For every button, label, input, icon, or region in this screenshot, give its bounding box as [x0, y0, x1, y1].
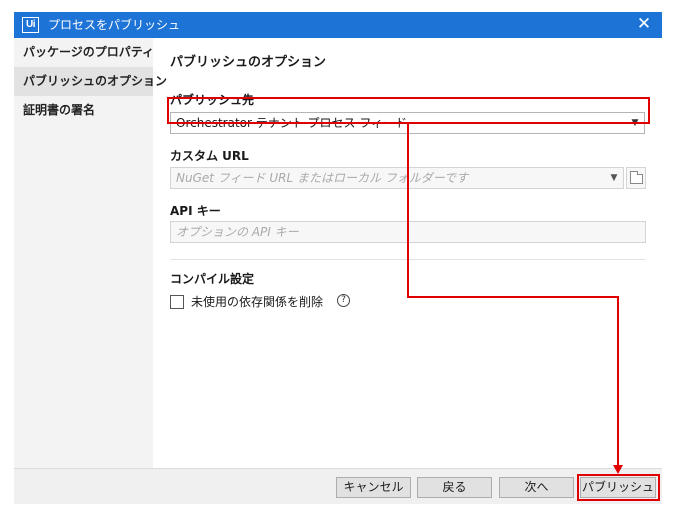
- chevron-down-icon: ▼: [631, 118, 639, 128]
- compile-settings-label: コンパイル設定: [170, 272, 255, 286]
- custom-url-placeholder: NuGet フィード URL またはローカル フォルダーです: [176, 171, 469, 185]
- section-divider: [170, 259, 646, 260]
- publish-target-dropdown[interactable]: Orchestrator テナント プロセス フィード ▼: [170, 112, 645, 134]
- publish-dialog: Ui プロセスをパブリッシュ ✕ パッケージのプロパティ パブリッシュのオプショ…: [14, 12, 662, 504]
- back-button[interactable]: 戻る: [417, 477, 492, 498]
- cancel-button[interactable]: キャンセル: [336, 477, 411, 498]
- footer-bar: キャンセル 戻る 次へ パブリッシュ: [14, 468, 662, 504]
- api-key-input[interactable]: オプションの API キー: [170, 221, 646, 243]
- remove-unused-dependencies-label: 未使用の依存関係を削除: [191, 295, 324, 309]
- sidebar-item-package-properties[interactable]: パッケージのプロパティ: [14, 38, 154, 67]
- custom-url-label: カスタム URL: [170, 149, 249, 163]
- remove-unused-dependencies-checkbox[interactable]: [170, 295, 184, 309]
- publish-target-label: パブリッシュ先: [170, 93, 255, 107]
- page-title: パブリッシュのオプション: [170, 55, 327, 70]
- sidebar-item-publish-options[interactable]: パブリッシュのオプション: [14, 67, 167, 96]
- publish-target-value: Orchestrator テナント プロセス フィード: [176, 116, 408, 130]
- browse-folder-button[interactable]: [626, 167, 646, 189]
- custom-url-input[interactable]: NuGet フィード URL またはローカル フォルダーです ▼: [170, 167, 624, 189]
- next-button[interactable]: 次へ: [499, 477, 574, 498]
- close-icon[interactable]: ✕: [636, 15, 652, 33]
- chevron-down-icon: ▼: [610, 173, 618, 183]
- sidebar-item-certificate-signing[interactable]: 証明書の署名: [14, 96, 153, 125]
- help-icon[interactable]: ?: [337, 294, 350, 307]
- window-title: プロセスをパブリッシュ: [48, 18, 181, 32]
- publish-button[interactable]: パブリッシュ: [580, 477, 656, 498]
- api-key-placeholder: オプションの API キー: [176, 225, 299, 239]
- api-key-label: API キー: [170, 204, 221, 218]
- folder-icon: [630, 171, 643, 184]
- sidebar: パッケージのプロパティ パブリッシュのオプション 証明書の署名: [14, 38, 167, 468]
- uipath-logo-icon: Ui: [22, 17, 39, 33]
- main-panel: パブリッシュのオプション パブリッシュ先 Orchestrator テナント プ…: [153, 38, 662, 468]
- title-bar: Ui プロセスをパブリッシュ ✕: [14, 12, 662, 38]
